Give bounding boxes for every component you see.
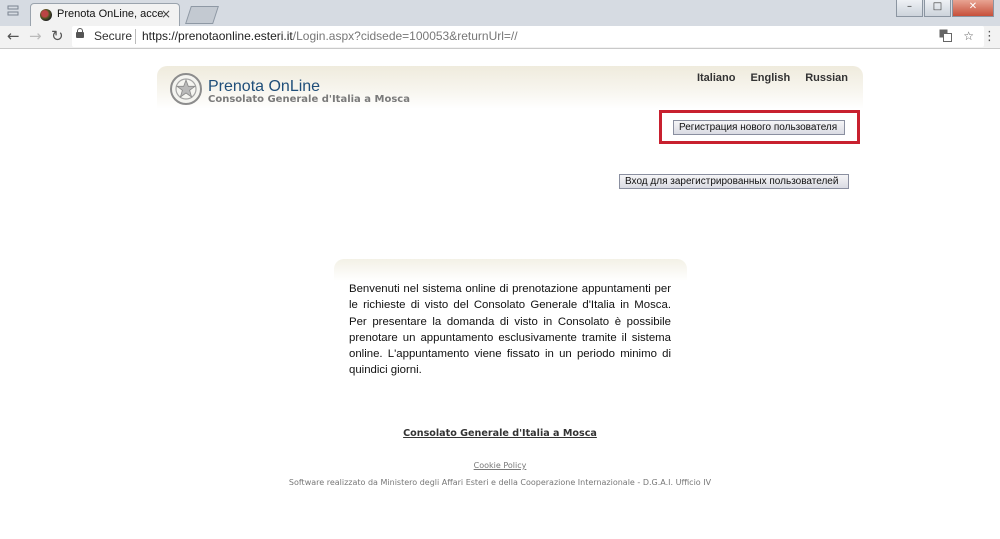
lock-icon[interactable] <box>76 28 84 38</box>
register-new-user-button[interactable]: Регистрация нового пользователя <box>673 120 845 135</box>
browser-toolbar: ← → ↻ Secure https://prenotaonline.ester… <box>0 26 1000 49</box>
minimize-button[interactable]: – <box>896 0 923 17</box>
forward-arrow-icon[interactable]: → <box>29 28 42 45</box>
address-separator <box>135 29 136 44</box>
tab-close-icon[interactable]: × <box>161 7 171 21</box>
new-tab-button[interactable] <box>185 6 219 24</box>
site-subtitle: Consolato Generale d'Italia a Mosca <box>208 94 410 105</box>
lang-english-link[interactable]: English <box>750 72 790 84</box>
browser-tab[interactable]: Prenota OnLine, accesso × <box>30 3 180 26</box>
cookie-policy-link[interactable]: Cookie Policy <box>0 461 1000 470</box>
address-bar[interactable]: Secure https://prenotaonline.esteri.it/L… <box>72 26 984 47</box>
tab-title: Prenota OnLine, accesso <box>57 8 163 20</box>
maximize-button[interactable]: □ <box>924 0 951 17</box>
italian-emblem-icon <box>170 73 202 105</box>
close-window-button[interactable]: ✕ <box>952 0 994 17</box>
consulate-footer-link[interactable]: Consolato Generale d'Italia a Mosca <box>0 428 1000 439</box>
app-menu-icon[interactable] <box>7 4 19 18</box>
window-controls: – □ ✕ <box>895 0 994 19</box>
back-arrow-icon[interactable]: ← <box>7 28 20 45</box>
registered-user-login-button[interactable]: Вход для зарегистрированных пользователе… <box>619 174 849 189</box>
url-host: https://prenotaonline.esteri.it <box>142 29 293 43</box>
url-text[interactable]: https://prenotaonline.esteri.it/Login.as… <box>142 29 518 43</box>
reload-icon[interactable]: ↻ <box>51 28 64 45</box>
secure-label[interactable]: Secure <box>94 29 132 43</box>
browser-tab-strip: Prenota OnLine, accesso × – □ ✕ <box>0 0 1000 26</box>
menu-dots-icon[interactable]: ⋮ <box>983 29 996 44</box>
translate-icon[interactable] <box>939 29 952 45</box>
software-credit: Software realizzato da Ministero degli A… <box>288 478 712 487</box>
welcome-text: Benvenuti nel sistema online di prenotaz… <box>349 283 671 377</box>
star-icon[interactable]: ☆ <box>963 29 974 43</box>
lang-italiano-link[interactable]: Italiano <box>697 72 736 84</box>
lang-russian-link[interactable]: Russian <box>805 72 848 84</box>
language-selector: Italiano English Russian <box>697 72 848 84</box>
favicon-icon <box>40 9 52 21</box>
url-path: /Login.aspx?cidsede=100053&returnUrl=// <box>292 29 518 43</box>
